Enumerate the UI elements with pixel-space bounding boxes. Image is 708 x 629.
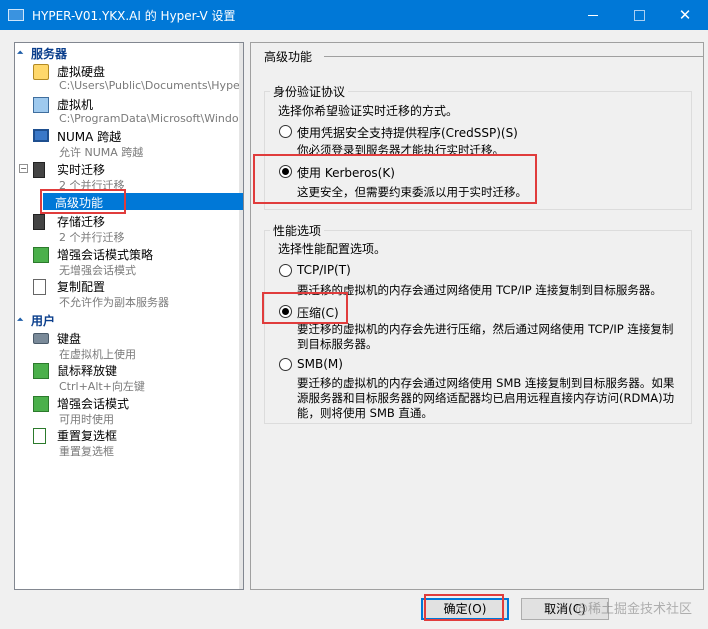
annotation-box [40,189,126,214]
sidebar-item-keyboard[interactable]: 键盘 在虚拟机上使用 [15,330,240,362]
enhanced-session-icon [33,396,49,412]
sidebar-item-mouse-release[interactable]: 鼠标释放键 Ctrl+Alt+向左键 [15,362,240,394]
tcpip-description: 要迁移的虚拟机的内存会通过网络使用 TCP/IP 连接复制到目标服务器。 [297,283,662,297]
sidebar-item-enhanced-session-policy[interactable]: 增强会话模式策略 无增强会话模式 [15,246,240,278]
performance-options-title: 性能选项 [270,222,325,239]
radio-smb[interactable] [279,358,292,371]
minimize-button[interactable] [570,0,616,30]
sidebar-item-numa[interactable]: NUMA 跨越 允许 NUMA 跨越 [15,128,240,160]
radio-smb-label[interactable]: SMB(M) [297,357,343,371]
mouse-release-icon [33,363,49,379]
title-bar: HYPER-V01.YKX.AI 的 Hyper-V 设置 ✕ [0,0,708,30]
annotation-box [424,594,504,621]
window-title: HYPER-V01.YKX.AI 的 Hyper-V 设置 [32,8,236,23]
group-server[interactable]: ⏶ 服务器 [17,45,67,61]
numa-monitor-icon [33,129,49,142]
radio-credssp-label[interactable]: 使用凭据安全支持提供程序(CredSSP)(S) [297,124,518,141]
virtual-disk-icon [33,64,49,80]
radio-tcpip-label[interactable]: TCP/IP(T) [297,263,351,277]
annotation-box [253,154,537,204]
chevron-up-icon: ⏶ [17,315,24,324]
page-title: 高级功能 [264,50,313,64]
sidebar-item-reset-checkboxes[interactable]: 重置复选框 重置复选框 [15,427,240,459]
collapse-toggle[interactable]: − [19,164,28,173]
radio-tcpip[interactable] [279,264,292,277]
keyboard-icon [33,333,49,344]
group-user[interactable]: ⏶ 用户 [17,312,55,328]
sidebar-item-enhanced-session[interactable]: 增强会话模式 可用时使用 [15,395,240,427]
enhanced-session-policy-icon [33,247,49,263]
auth-protocol-title: 身份验证协议 [270,83,349,100]
close-icon: ✕ [678,6,692,24]
replication-config-icon [33,279,46,295]
settings-tree[interactable]: ⏶ 服务器 虚拟硬盘 C:\Users\Public\Documents\Hyp… [14,42,244,590]
maximize-button[interactable] [616,0,662,30]
divider [324,56,704,57]
sidebar-item-replication[interactable]: 复制配置 不允许作为副本服务器 [15,278,240,310]
sidebar-item-virtual-disk[interactable]: 虚拟硬盘 C:\Users\Public\Documents\Hyper-... [15,63,240,95]
live-migration-server-icon [33,162,45,178]
smb-description: 要迁移的虚拟机的内存会通过网络使用 SMB 连接复制到目标服务器。如果源服务器和… [297,376,675,420]
watermark: @稀土掘金技术社区 [574,602,692,617]
virtual-machine-icon [33,97,49,113]
sidebar-item-storage-migration[interactable]: 存储迁移 2 个并行迁移 [15,213,240,245]
annotation-box [262,292,348,324]
sidebar-item-virtual-machine[interactable]: 虚拟机 C:\ProgramData\Microsoft\Windo... [15,96,240,128]
compression-description: 要迁移的虚拟机的内存会先进行压缩，然后通过网络使用 TCP/IP 连接复制到目标… [297,322,674,351]
close-button[interactable]: ✕ [662,0,708,30]
storage-migration-server-icon [33,214,45,230]
auth-prompt: 选择你希望验证实时迁移的方式。 [278,104,459,118]
chevron-up-icon: ⏶ [17,48,24,57]
performance-prompt: 选择性能配置选项。 [278,242,387,256]
hyperv-settings-icon [8,9,24,21]
reset-checkbox-icon [33,428,46,444]
radio-credssp[interactable] [279,125,292,138]
